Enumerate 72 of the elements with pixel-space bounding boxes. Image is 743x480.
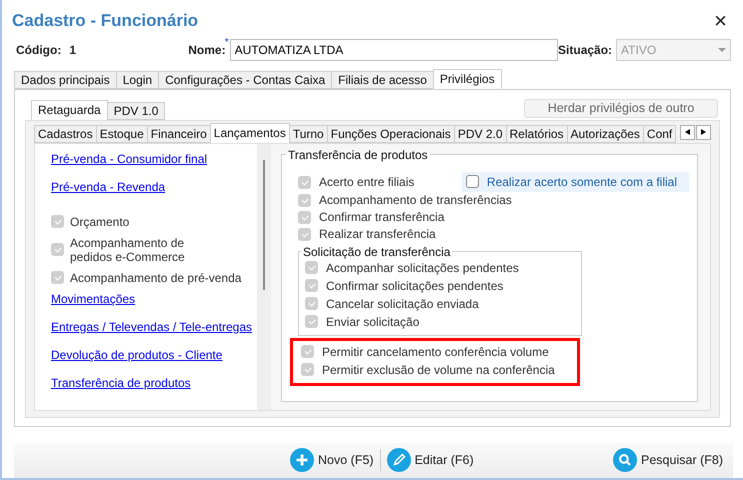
checkbox-label: Realizar acerto somente com a filial <box>486 174 677 189</box>
checkbox[interactable] <box>298 194 311 207</box>
checkbox[interactable] <box>298 176 311 189</box>
link[interactable]: Pré-venda - Revenda <box>51 180 257 208</box>
checkbox[interactable] <box>305 261 318 274</box>
checkbox-label: Acompanhamento de pedidos e-Commerce <box>70 236 186 264</box>
tab[interactable]: Financeiro <box>146 124 211 143</box>
checkbox[interactable] <box>305 279 318 292</box>
tab[interactable]: Relatórios <box>506 124 568 143</box>
tab[interactable]: Dados principais <box>14 70 117 89</box>
search-button[interactable]: Pesquisar (F8) <box>609 448 727 472</box>
checkbox[interactable] <box>51 243 64 256</box>
pencil-icon <box>386 448 411 472</box>
scroll-right-button[interactable] <box>696 124 711 140</box>
scroll-left-button[interactable] <box>680 124 695 140</box>
checkbox-label: Acompanhar solicitações pendentes <box>326 260 519 275</box>
checkbox[interactable] <box>51 215 64 228</box>
checkbox-label: Permitir cancelamento conferência volume <box>322 344 549 359</box>
tab[interactable]: Login <box>116 70 160 89</box>
tab[interactable]: Privilégios <box>432 68 502 89</box>
tab[interactable]: Estoque <box>96 124 148 143</box>
search-icon <box>613 448 638 472</box>
checkbox[interactable] <box>301 363 314 376</box>
window-title: Cadastro - Funcionário <box>12 10 198 31</box>
checkbox[interactable] <box>466 175 479 188</box>
link[interactable]: Entregas / Televendas / Tele-entregas <box>51 320 257 348</box>
checkbox-label: Confirmar solicitações pendentes <box>326 278 504 293</box>
checkbox-label: Realizar transferência <box>319 227 436 242</box>
link[interactable]: Devolução de produtos - Cliente <box>51 348 257 376</box>
link[interactable]: Movimentações <box>51 292 257 320</box>
link[interactable]: Transferência de produtos <box>51 376 257 394</box>
checkbox-label: Enviar solicitação <box>326 314 420 329</box>
checkbox-label: Acerto entre filiais <box>319 175 414 190</box>
tab[interactable]: Lançamentos <box>210 122 290 143</box>
tab[interactable]: Turno <box>288 124 328 143</box>
checkbox-label: Orçamento <box>70 214 130 229</box>
checkbox[interactable] <box>298 210 311 224</box>
tab[interactable]: PDV 1.0 <box>106 102 166 120</box>
checkbox[interactable] <box>51 271 64 284</box>
scrollbar[interactable] <box>257 144 271 410</box>
option-row[interactable]: Realizar acerto somente com a filial <box>462 172 689 192</box>
group-title: Solicitação de transferência <box>302 244 452 259</box>
tab[interactable]: Configurações - Contas Caixa <box>158 70 332 89</box>
field-label: Situação: <box>558 43 612 58</box>
checkbox[interactable] <box>305 297 318 310</box>
tab[interactable]: Conf <box>642 124 676 143</box>
edit-button[interactable]: Editar (F6) <box>382 448 478 472</box>
checkbox-label: Confirmar transferência <box>319 210 444 224</box>
tab[interactable]: Filiais de acesso <box>331 70 434 89</box>
group-title: Transferência de produtos <box>287 148 429 162</box>
tab[interactable]: Funções Operacionais <box>326 124 455 143</box>
tab[interactable]: Cadastros <box>34 124 97 143</box>
field-label: Nome: <box>188 43 226 58</box>
tab[interactable]: Retaguarda <box>31 100 108 120</box>
checkbox-label: Permitir exclusão de volume na conferência <box>322 362 555 377</box>
checkbox[interactable] <box>298 228 311 241</box>
checkbox-label: Acompanhamento de transferências <box>319 193 512 208</box>
checkbox[interactable] <box>305 315 318 328</box>
inherit-button[interactable]: Herdar privilégios de outro <box>524 98 718 118</box>
checkbox-label: Acompanhamento de pré-venda <box>70 270 242 285</box>
close-button[interactable]: × <box>710 10 731 31</box>
checkbox-label: Cancelar solicitação enviada <box>326 296 479 311</box>
plus-icon <box>290 448 314 472</box>
field-label: Código: <box>16 43 62 58</box>
new-button[interactable]: Novo (F5) <box>286 448 378 472</box>
field-value: 1 <box>69 43 78 58</box>
link[interactable]: Pré-venda - Consumidor final <box>51 152 257 180</box>
tab[interactable]: Autorizações <box>566 124 644 143</box>
required-mark: * <box>224 37 229 48</box>
name-field[interactable]: AUTOMATIZA LTDA <box>230 39 558 62</box>
tab[interactable]: PDV 2.0 <box>454 124 507 143</box>
checkbox[interactable] <box>301 345 314 358</box>
